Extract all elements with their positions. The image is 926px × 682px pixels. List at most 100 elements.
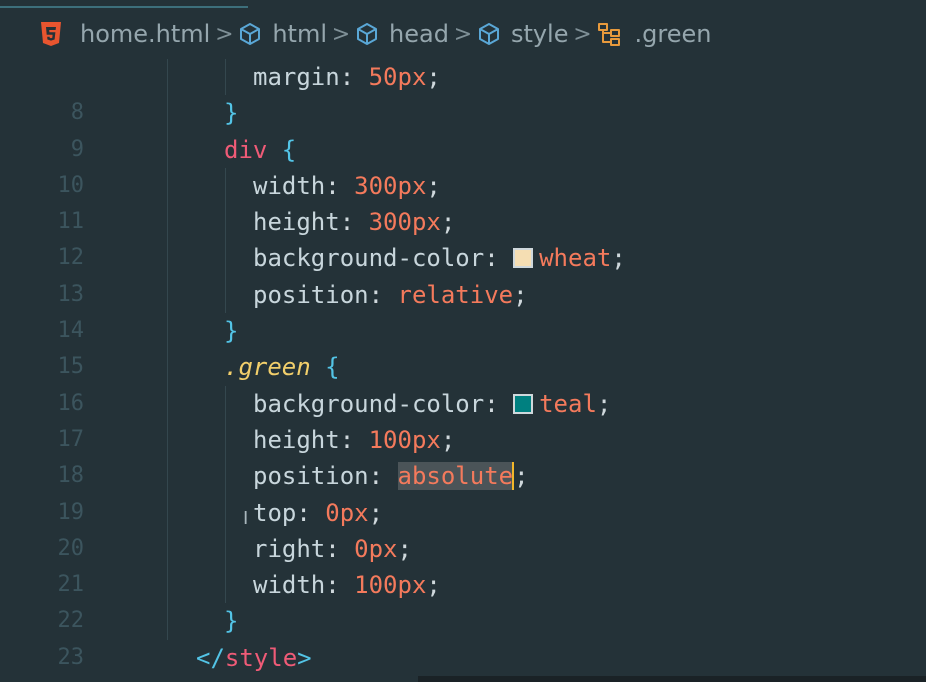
breadcrumb: home.html > html > head > style > .green (0, 8, 926, 60)
open-brace: { (267, 135, 297, 164)
indent-guide (225, 276, 226, 314)
html5-icon (40, 22, 62, 46)
css-property: right (253, 534, 326, 563)
css-value: relative (397, 280, 514, 309)
colon: : (484, 244, 514, 273)
css-selector-icon (597, 21, 625, 47)
css-value: 100px (368, 425, 441, 454)
css-property: background-color (253, 244, 485, 273)
indent-guide (225, 494, 226, 531)
line-content: height: 300px; (253, 204, 455, 240)
indent-guide (167, 276, 168, 314)
tag-close-bracket: > (297, 643, 312, 672)
tag-open-bracket: </ (196, 643, 225, 672)
code-line: 23 } (0, 603, 926, 670)
breadcrumb-separator: > (453, 21, 473, 47)
color-swatch-wheat[interactable] (513, 248, 534, 269)
breadcrumb-label: .green (634, 20, 712, 48)
css-property: height (253, 425, 340, 454)
indent-guide (167, 385, 168, 422)
indent-guide (225, 567, 226, 604)
breadcrumb-item-file[interactable]: home.html (80, 20, 210, 48)
css-selector: div (224, 135, 268, 164)
indent-guide (167, 603, 168, 640)
indent-guide (167, 313, 168, 350)
cube-icon (355, 22, 379, 46)
indent-guide (225, 204, 226, 241)
class-selector: green (238, 353, 311, 382)
css-value: teal (539, 389, 597, 418)
code-line: 13 background-color: wheat; (0, 240, 926, 307)
code-line: 24 </style> (0, 640, 926, 682)
code-line: 20 I top: 0px; (0, 494, 926, 561)
indent-guide (225, 240, 226, 277)
breadcrumb-label: style (510, 20, 569, 48)
code-line: 8 margin: 50px; (0, 59, 926, 125)
css-value: 50px (368, 63, 427, 91)
css-property: top (253, 498, 297, 527)
selected-css-value: absolute (397, 462, 514, 491)
css-value: 0px (325, 498, 369, 527)
code-line: 9 } (0, 95, 926, 162)
color-swatch-teal[interactable] (513, 393, 534, 414)
css-property: width (253, 571, 326, 600)
line-content: } (224, 313, 238, 349)
breadcrumb-item-style[interactable]: style (477, 20, 569, 48)
line-content: background-color: teal; (253, 386, 611, 422)
semicolon: ; (397, 534, 412, 563)
indent-guide (167, 59, 168, 96)
breadcrumb-separator: > (573, 21, 592, 47)
indent-guide (167, 204, 168, 241)
close-brace: } (224, 607, 239, 636)
code-line: 10 div { (0, 131, 926, 198)
semicolon: ; (368, 498, 384, 527)
close-brace: } (224, 99, 239, 128)
breadcrumb-label: head (389, 20, 449, 48)
line-content: </style> (196, 640, 312, 676)
line-content: margin: 50px; (253, 59, 441, 95)
colon: : (325, 571, 355, 600)
line-content: right: 0px; (253, 531, 412, 567)
css-property: position (253, 462, 369, 491)
indent-guide (225, 385, 226, 422)
breadcrumb-item-head[interactable]: head (355, 20, 449, 48)
tag-name: style (224, 643, 298, 672)
cube-icon (477, 22, 501, 46)
code-editor[interactable]: 8 margin: 50px; 9 } 10 div { 11 width: 3… (0, 59, 926, 682)
indent-guide (167, 567, 168, 604)
code-line: 19 position: absolute; (0, 458, 926, 525)
css-property: height (253, 208, 340, 237)
class-selector-dot: . (224, 353, 239, 382)
colon: : (339, 208, 369, 237)
css-property: background-color (253, 389, 485, 418)
semicolon: ; (426, 571, 441, 600)
colon: : (339, 63, 369, 91)
breadcrumb-item-html[interactable]: html (238, 20, 327, 48)
semicolon: ; (440, 208, 456, 237)
line-content: .green { (224, 349, 340, 385)
line-content: width: 100px; (253, 567, 441, 603)
css-property: position (253, 280, 369, 309)
breadcrumb-separator: > (215, 21, 234, 47)
semicolon: ; (611, 244, 626, 273)
indent-guide (225, 421, 226, 459)
horizontal-scrollbar[interactable] (418, 676, 926, 682)
line-content: } (224, 603, 238, 639)
indent-guide (167, 167, 168, 205)
semicolon: ; (426, 63, 441, 91)
breadcrumb-separator: > (331, 21, 351, 47)
indent-guide (225, 530, 226, 568)
colon: : (368, 462, 398, 491)
line-content: background-color: wheat; (253, 240, 626, 276)
css-value: 0px (354, 534, 398, 563)
breadcrumb-item-green[interactable]: .green (597, 20, 712, 48)
indent-guide (167, 240, 168, 277)
css-value: wheat (539, 244, 612, 273)
indent-guide (167, 458, 168, 495)
indent-guide (167, 494, 168, 531)
code-line: 21 right: 0px; (0, 530, 926, 597)
line-content: height: 100px; (253, 422, 455, 458)
css-value: 100px (354, 571, 427, 600)
indent-guide (167, 95, 168, 132)
semicolon: ; (596, 389, 612, 418)
